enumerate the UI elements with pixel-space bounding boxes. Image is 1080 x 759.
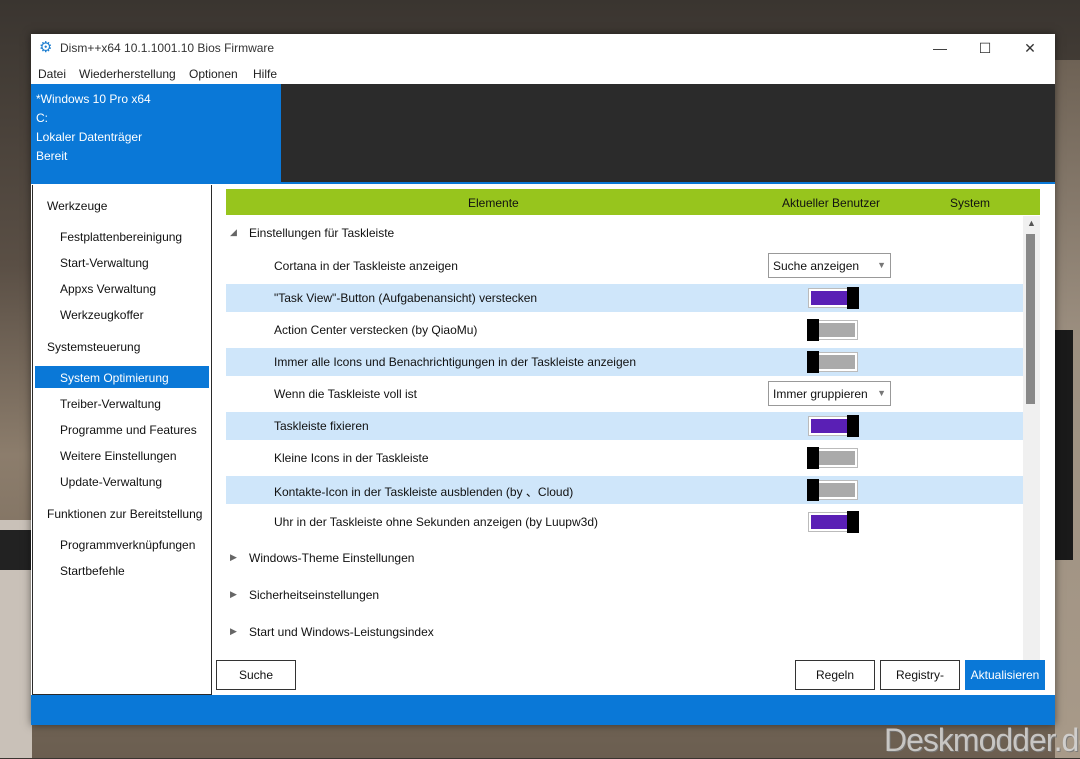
- drive-letter: C:: [36, 111, 48, 125]
- sidebar-item-treiber-verwaltung[interactable]: Treiber-Verwaltung: [60, 397, 161, 411]
- desktop-background-right: [1055, 60, 1080, 758]
- expand-triangle-icon: ▶: [230, 626, 237, 636]
- table-row: Taskleiste fixieren: [226, 412, 1023, 440]
- os-name: *Windows 10 Pro x64: [36, 92, 151, 106]
- group-windows-theme[interactable]: ▶ Windows-Theme Einstellungen: [226, 544, 1023, 572]
- group-taskleiste[interactable]: ◢ Einstellungen für Taskleiste: [226, 219, 1023, 247]
- menu-optionen[interactable]: Optionen: [189, 67, 238, 81]
- group-leistungsindex[interactable]: ▶ Start und Windows-Leistungsindex: [226, 618, 1023, 646]
- search-button[interactable]: Suche: [216, 660, 296, 690]
- sidebar-item-programmverknuepfungen[interactable]: Programmverknüpfungen: [60, 538, 195, 552]
- title-bar: ⚙ Dism++x64 10.1.1001.10 Bios Firmware —…: [31, 34, 1055, 62]
- show-all-icons-toggle[interactable]: [807, 351, 858, 373]
- row-label: Immer alle Icons und Benachrichtigungen …: [274, 355, 636, 369]
- sidebar-item-appxs-verwaltung[interactable]: Appxs Verwaltung: [60, 282, 156, 296]
- sidebar-section-systemsteuerung: Systemsteuerung: [47, 340, 141, 354]
- sidebar-item-start-verwaltung[interactable]: Start-Verwaltung: [60, 256, 149, 270]
- sidebar-item-startbefehle[interactable]: Startbefehle: [60, 564, 125, 578]
- cortana-select[interactable]: Suche anzeigen ▼: [768, 253, 891, 278]
- menu-hilfe[interactable]: Hilfe: [253, 67, 277, 81]
- column-header-elemente[interactable]: Elemente: [468, 196, 519, 210]
- sidebar-item-programme-und-features[interactable]: Programme und Features: [60, 423, 197, 437]
- table-row: Immer alle Icons und Benachrichtigungen …: [226, 348, 1023, 376]
- row-label: Uhr in der Taskleiste ohne Sekunden anze…: [274, 515, 598, 529]
- sidebar-item-festplattenbereinigung[interactable]: Festplattenbereinigung: [60, 230, 182, 244]
- refresh-button[interactable]: Aktualisieren: [965, 660, 1045, 690]
- vertical-scrollbar[interactable]: ▲ ▼: [1023, 216, 1040, 684]
- expand-triangle-icon: ▶: [230, 552, 237, 562]
- dropdown-arrow-icon: ▼: [877, 388, 886, 398]
- app-window: ⚙ Dism++x64 10.1.1001.10 Bios Firmware —…: [31, 34, 1055, 725]
- row-label: Cortana in der Taskleiste anzeigen: [274, 259, 458, 273]
- status-bar: [31, 695, 1055, 725]
- sidebar-section-bereitstellung: Funktionen zur Bereitstellung: [47, 507, 203, 521]
- lock-taskbar-toggle[interactable]: [808, 415, 859, 437]
- registry-import-button[interactable]: Registry-Import: [880, 660, 960, 710]
- group-label: Sicherheitseinstellungen: [249, 588, 380, 602]
- session-info-panel[interactable]: *Windows 10 Pro x64 C: Lokaler Datenträg…: [31, 84, 281, 182]
- menu-bar: Datei Wiederherstellung Optionen Hilfe: [31, 62, 1055, 84]
- maximize-button[interactable]: ☐: [962, 34, 1008, 62]
- row-label: Wenn die Taskleiste voll ist: [274, 387, 417, 401]
- header-divider: [31, 182, 1055, 184]
- dropdown-arrow-icon: ▼: [877, 260, 886, 270]
- row-label: Kleine Icons in der Taskleiste: [274, 451, 429, 465]
- menu-wiederherstellung[interactable]: Wiederherstellung: [79, 67, 176, 81]
- task-view-toggle[interactable]: [808, 287, 859, 309]
- table-row: Wenn die Taskleiste voll ist Immer grupp…: [226, 380, 1023, 408]
- session-list-area: [281, 84, 1055, 182]
- table-row: Kontakte-Icon in der Taskleiste ausblend…: [226, 476, 1023, 504]
- create-rules-button[interactable]: Regeln erstellen: [795, 660, 875, 710]
- table-header: Elemente Aktueller Benutzer System: [226, 189, 1040, 215]
- scroll-up-icon[interactable]: ▲: [1023, 216, 1040, 230]
- taskbar-full-select[interactable]: Immer gruppieren ▼: [768, 381, 891, 406]
- table-row: Uhr in der Taskleiste ohne Sekunden anze…: [226, 508, 1023, 536]
- column-header-system[interactable]: System: [950, 196, 990, 210]
- row-label: Action Center verstecken (by QiaoMu): [274, 323, 478, 337]
- group-label: Windows-Theme Einstellungen: [249, 551, 415, 565]
- collapse-triangle-icon: ◢: [230, 227, 237, 237]
- sidebar-item-werkzeugkoffer[interactable]: Werkzeugkoffer: [60, 308, 144, 322]
- sidebar: Werkzeuge Festplattenbereinigung Start-V…: [32, 185, 212, 695]
- close-button[interactable]: ✕: [1007, 34, 1053, 62]
- table-row: Action Center verstecken (by QiaoMu): [226, 316, 1023, 344]
- sidebar-item-update-verwaltung[interactable]: Update-Verwaltung: [60, 475, 162, 489]
- small-icons-toggle[interactable]: [807, 447, 858, 469]
- action-center-toggle[interactable]: [807, 319, 858, 341]
- disk-name: Lokaler Datenträger: [36, 130, 143, 144]
- session-status: Bereit: [36, 149, 68, 163]
- sidebar-item-system-optimierung[interactable]: System Optimierung: [60, 371, 169, 385]
- column-header-aktueller-benutzer[interactable]: Aktueller Benutzer: [782, 196, 880, 210]
- row-label: Taskleiste fixieren: [274, 419, 369, 433]
- table-row: Cortana in der Taskleiste anzeigen Suche…: [226, 252, 1023, 280]
- desktop-object: [0, 530, 32, 570]
- table-row: Kleine Icons in der Taskleiste: [226, 444, 1023, 472]
- window-title: Dism++x64 10.1.1001.10 Bios Firmware: [60, 41, 275, 55]
- menu-datei[interactable]: Datei: [38, 67, 66, 81]
- gear-icon: ⚙: [39, 39, 53, 56]
- scroll-thumb[interactable]: [1026, 234, 1035, 404]
- select-value: Suche anzeigen: [773, 259, 860, 273]
- select-value: Immer gruppieren: [773, 387, 868, 401]
- minimize-button[interactable]: —: [917, 34, 963, 62]
- watermark-text: Deskmodder.de: [884, 722, 1080, 758]
- group-label: Start und Windows-Leistungsindex: [249, 625, 434, 639]
- expand-triangle-icon: ▶: [230, 589, 237, 599]
- row-label: "Task View"-Button (Aufgabenansicht) ver…: [274, 291, 538, 305]
- group-label: Einstellungen für Taskleiste: [249, 226, 395, 240]
- table-row: "Task View"-Button (Aufgabenansicht) ver…: [226, 284, 1023, 312]
- group-sicherheit[interactable]: ▶ Sicherheitseinstellungen: [226, 581, 1023, 609]
- clock-seconds-toggle[interactable]: [808, 511, 859, 533]
- sidebar-item-weitere-einstellungen[interactable]: Weitere Einstellungen: [60, 449, 177, 463]
- row-label: Kontakte-Icon in der Taskleiste ausblend…: [274, 485, 574, 499]
- contacts-icon-toggle[interactable]: [807, 479, 858, 501]
- sidebar-section-werkzeuge: Werkzeuge: [47, 199, 108, 213]
